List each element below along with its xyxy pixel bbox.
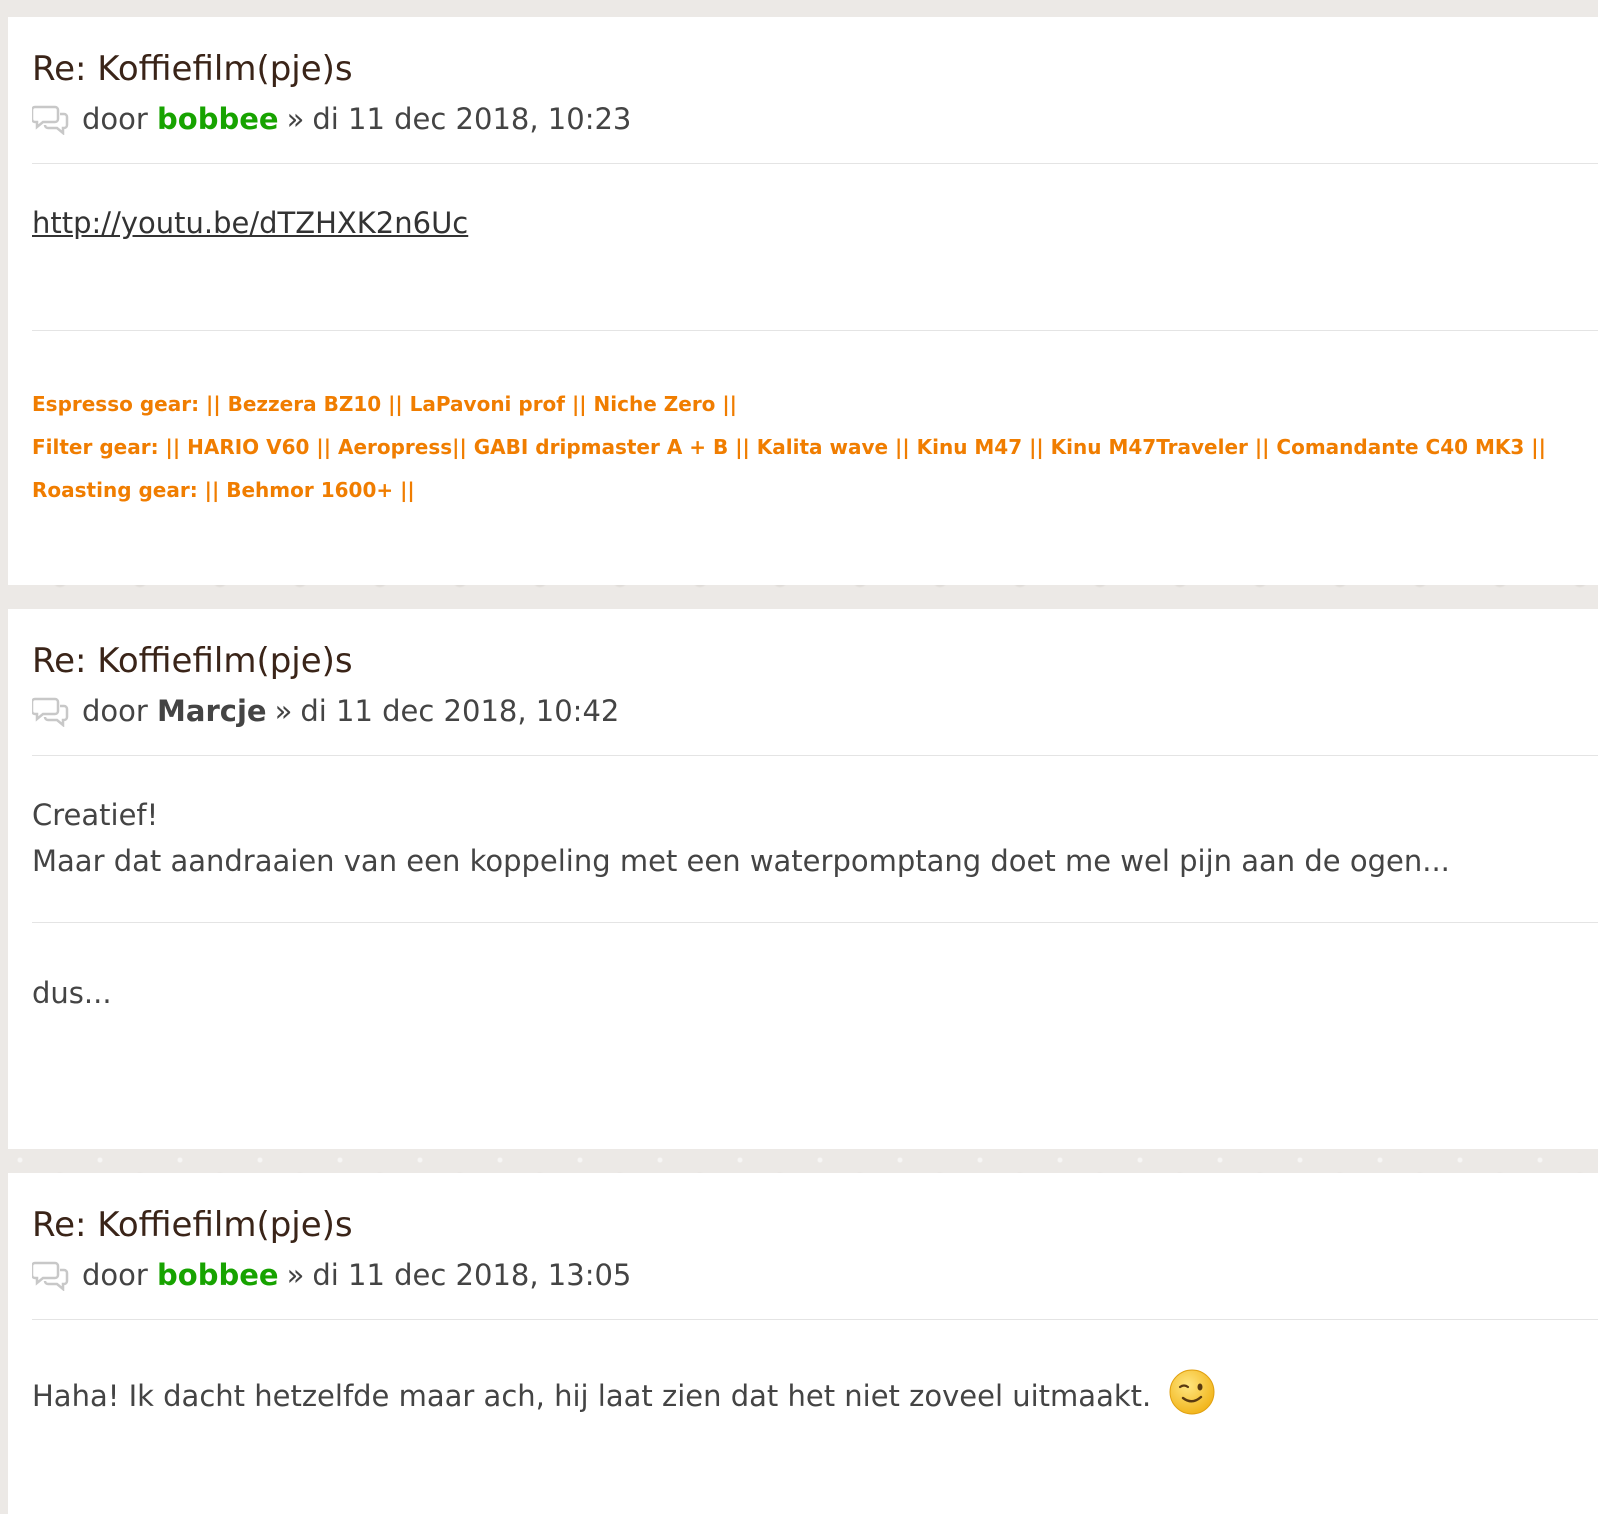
post-meta: door bobbee » di 11 dec 2018, 10:23 xyxy=(32,99,1598,139)
post-title[interactable]: Re: Koffiefilm(pje)s xyxy=(32,17,1598,91)
post-body: Creatief! Maar dat aandraaien van een ko… xyxy=(32,756,1598,922)
post-meta: door bobbee » di 11 dec 2018, 13:05 xyxy=(32,1255,1598,1295)
youtube-link[interactable]: http://youtu.be/dTZHXK2n6Uc xyxy=(32,206,468,240)
chat-bubbles-icon xyxy=(32,105,69,135)
post-title[interactable]: Re: Koffiefilm(pje)s xyxy=(32,1173,1598,1247)
signature-line: Roasting gear: || Behmor 1600+ || xyxy=(32,478,415,502)
post: Re: Koffiefilm(pje)s door Marcje » di 11… xyxy=(8,609,1598,1149)
signature: dus... xyxy=(32,976,112,1010)
post-date: di 11 dec 2018, 10:23 xyxy=(312,102,632,136)
body-text: Haha! Ik dacht hetzelfde maar ach, hij l… xyxy=(32,1379,1152,1413)
post-date: di 11 dec 2018, 13:05 xyxy=(312,1258,632,1292)
body-line: Maar dat aandraaien van een koppeling me… xyxy=(32,844,1450,878)
chat-bubbles-icon xyxy=(32,697,69,727)
post-date: di 11 dec 2018, 10:42 xyxy=(300,694,620,728)
by-label: door xyxy=(82,102,148,136)
author-link[interactable]: bobbee xyxy=(157,102,279,136)
signature-line: Filter gear: || HARIO V60 || Aeropress||… xyxy=(32,435,1546,459)
chat-bubbles-icon xyxy=(32,1261,69,1291)
wink-emoji-icon xyxy=(1169,1369,1215,1415)
separator: » xyxy=(286,1258,305,1292)
signature-line: Espresso gear: || Bezzera BZ10 || LaPavo… xyxy=(32,392,737,416)
separator: » xyxy=(274,694,293,728)
by-label: door xyxy=(82,694,148,728)
post-body: Haha! Ik dacht hetzelfde maar ach, hij l… xyxy=(32,1320,1598,1419)
post: Re: Koffiefilm(pje)s door bobbee » di 11… xyxy=(8,17,1598,585)
post: Re: Koffiefilm(pje)s door bobbee » di 11… xyxy=(8,1173,1598,1514)
separator: » xyxy=(286,102,305,136)
by-label: door xyxy=(82,1258,148,1292)
author-link[interactable]: Marcje xyxy=(157,694,267,728)
signature: Espresso gear: || Bezzera BZ10 || LaPavo… xyxy=(32,331,1598,512)
post-title[interactable]: Re: Koffiefilm(pje)s xyxy=(32,609,1598,683)
author-link[interactable]: bobbee xyxy=(157,1258,279,1292)
body-line: Creatief! xyxy=(32,798,159,832)
post-meta: door Marcje » di 11 dec 2018, 10:42 xyxy=(32,691,1598,731)
